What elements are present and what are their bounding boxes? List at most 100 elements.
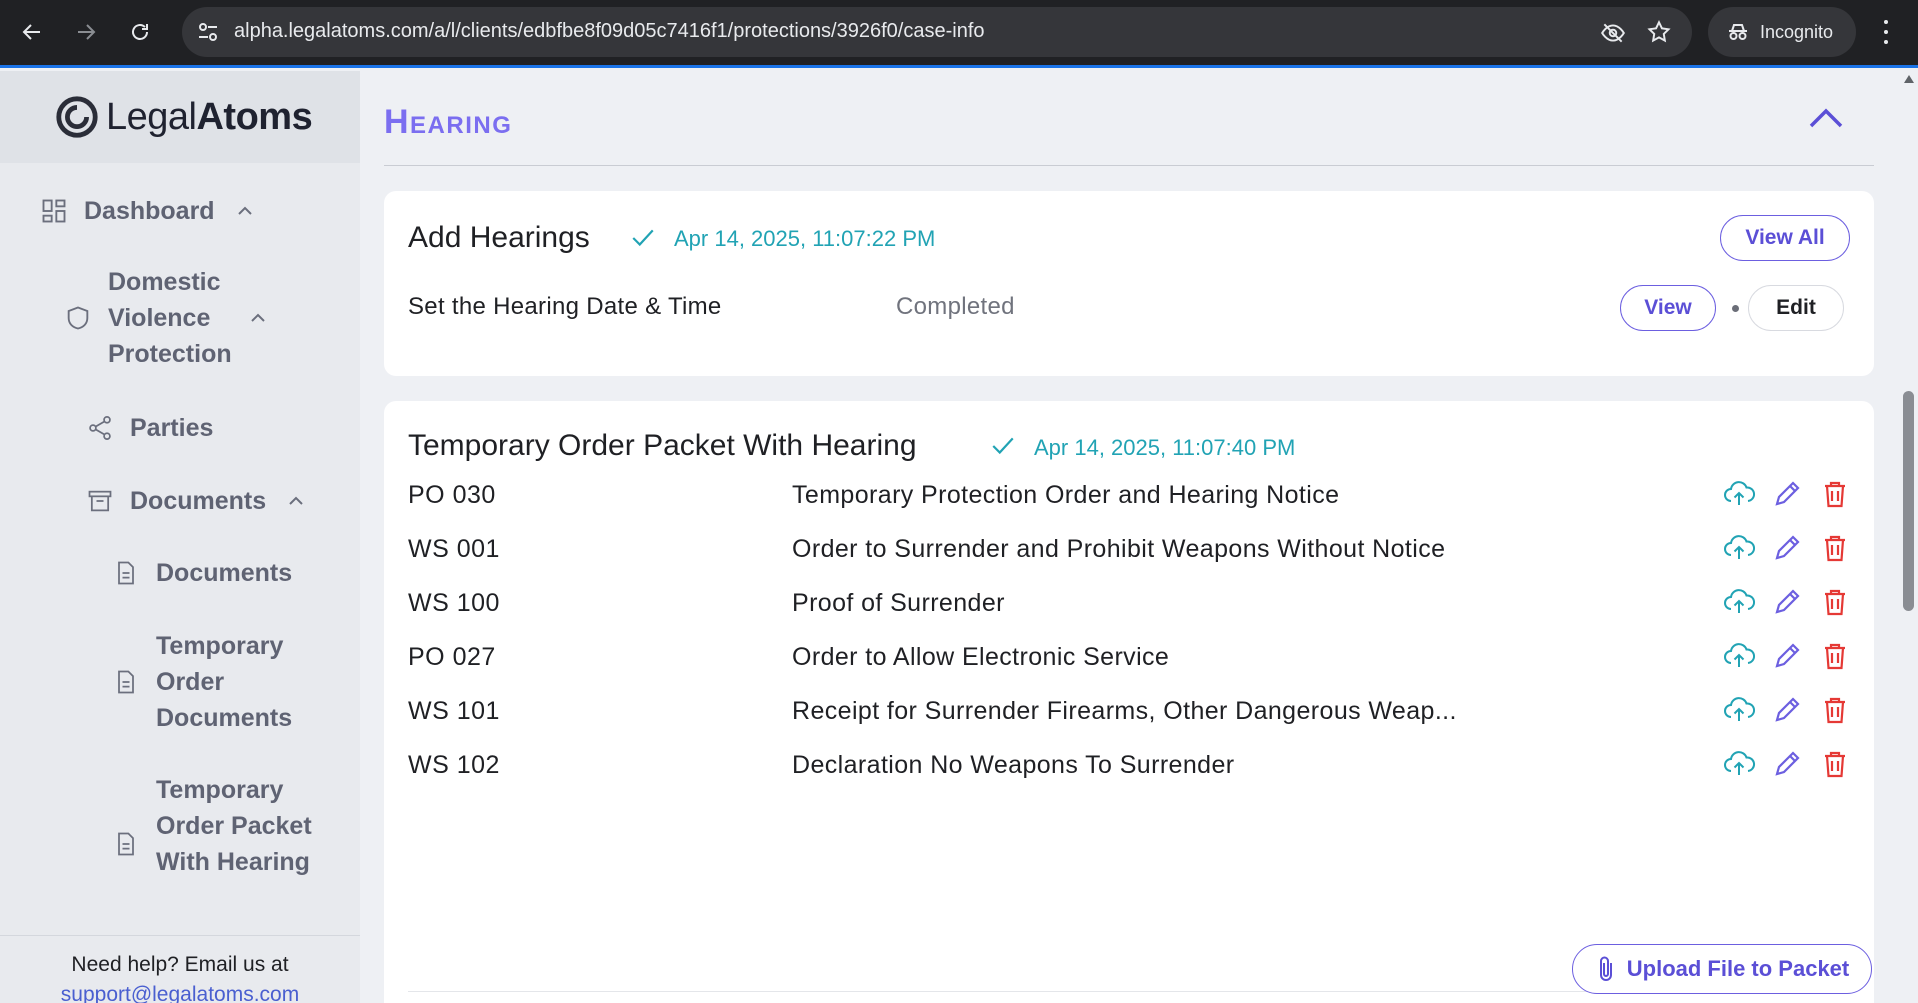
incognito-icon	[1729, 24, 1747, 40]
sidebar: LegalAtoms Dashboard Domestic Violence P…	[0, 71, 360, 1003]
temporary-order-packet-card: Temporary Order Packet With Hearing Apr …	[384, 401, 1874, 1003]
document-actions	[1722, 693, 1852, 729]
document-name[interactable]: Receipt for Surrender Firearms, Other Da…	[792, 697, 1457, 726]
legalatoms-logo[interactable]: LegalAtoms	[0, 71, 360, 163]
document-actions	[1722, 585, 1852, 621]
document-name[interactable]: Declaration No Weapons To Surrender	[792, 751, 1234, 780]
forward-button[interactable]	[66, 12, 106, 52]
task-status: Completed	[896, 293, 1015, 320]
main-content: Hearing Add Hearings Apr 14, 2025, 11:07…	[360, 71, 1900, 1003]
pencil-icon[interactable]	[1770, 639, 1804, 673]
packet-title: Temporary Order Packet With Hearing	[408, 429, 917, 462]
cloud-upload-icon[interactable]	[1722, 693, 1756, 727]
document-icon	[118, 832, 134, 856]
chevron-up-icon[interactable]	[286, 491, 306, 511]
address-bar[interactable]: alpha.legalatoms.com/a/l/clients/edbfbe8…	[182, 7, 1692, 57]
document-icon	[118, 670, 134, 694]
cloud-upload-icon[interactable]	[1722, 747, 1756, 781]
trash-icon[interactable]	[1818, 477, 1852, 511]
checkmark-icon	[632, 229, 654, 247]
document-actions	[1722, 639, 1852, 675]
document-code: PO 027	[408, 643, 496, 671]
document-actions	[1722, 747, 1852, 783]
checkmark-icon	[992, 437, 1014, 455]
page-scrollbar[interactable]	[1900, 71, 1918, 1003]
document-actions	[1722, 477, 1852, 513]
document-name[interactable]: Order to Surrender and Prohibit Weapons …	[792, 535, 1445, 564]
document-row: WS 102 Declaration No Weapons To Surrende…	[408, 741, 1852, 791]
upload-file-to-packet-button[interactable]: Upload File to Packet	[1572, 944, 1872, 994]
sidebar-item-parties[interactable]: Parties	[86, 410, 213, 446]
sidebar-item-documents-group[interactable]: Documents	[86, 483, 306, 519]
reload-button[interactable]	[120, 12, 160, 52]
chevron-up-icon[interactable]	[248, 308, 268, 328]
view-button[interactable]: View	[1620, 285, 1716, 331]
browser-toolbar: alpha.legalatoms.com/a/l/clients/edbfbe8…	[0, 0, 1918, 68]
cloud-upload-icon[interactable]	[1722, 585, 1756, 619]
trash-icon[interactable]	[1818, 747, 1852, 781]
document-code: WS 101	[408, 697, 500, 725]
hearing-section-header[interactable]: Hearing	[384, 71, 1874, 166]
sidebar-item-temporary-order-packet[interactable]: Temporary Order Packet With Hearing	[112, 772, 332, 880]
section-title: Hearing	[384, 103, 513, 141]
site-settings-icon[interactable]	[196, 20, 220, 44]
add-hearings-card: Add Hearings Apr 14, 2025, 11:07:22 PM V…	[384, 191, 1874, 376]
pencil-icon[interactable]	[1770, 531, 1804, 565]
cloud-upload-icon[interactable]	[1722, 639, 1756, 673]
back-button[interactable]	[12, 12, 52, 52]
url-text[interactable]: alpha.legalatoms.com/a/l/clients/edbfbe8…	[234, 20, 985, 43]
document-name[interactable]: Proof of Surrender	[792, 589, 1005, 618]
brand-name: LegalAtoms	[106, 95, 313, 138]
add-hearings-title: Add Hearings	[408, 221, 590, 254]
reload-icon	[132, 24, 148, 40]
logo-mark-icon	[56, 96, 98, 138]
pencil-icon[interactable]	[1770, 693, 1804, 727]
archive-box-icon	[88, 490, 112, 512]
pencil-icon[interactable]	[1770, 585, 1804, 619]
document-icon	[118, 561, 134, 585]
trash-icon[interactable]	[1818, 531, 1852, 565]
trash-icon[interactable]	[1818, 585, 1852, 619]
share-icon	[89, 416, 111, 440]
incognito-label: Incognito	[1760, 21, 1834, 42]
sidebar-item-domestic-violence-protection[interactable]: Domestic Violence Protection	[64, 264, 314, 372]
chevron-up-icon[interactable]	[1808, 105, 1844, 131]
separator-dot	[1732, 305, 1739, 312]
paperclip-icon	[1599, 956, 1612, 981]
document-row: WS 100 Proof of Surrender	[408, 579, 1852, 629]
sidebar-item-documents[interactable]: Documents	[112, 555, 292, 591]
support-email-link[interactable]: support@legalatoms.com	[0, 980, 360, 1003]
document-code: PO 030	[408, 481, 496, 509]
sidebar-item-temporary-order-documents[interactable]: Temporary Order Documents	[112, 628, 312, 736]
document-row: WS 001 Order to Surrender and Prohibit We…	[408, 525, 1852, 575]
cloud-upload-icon[interactable]	[1722, 477, 1756, 511]
incognito-badge[interactable]: Incognito	[1708, 7, 1856, 57]
arrow-right-icon	[78, 24, 96, 40]
view-all-button[interactable]: View All	[1720, 215, 1850, 261]
document-name[interactable]: Temporary Protection Order and Hearing N…	[792, 481, 1339, 510]
chevron-up-icon[interactable]	[235, 201, 255, 221]
document-row: WS 101 Receipt for Surrender Firearms, Ot…	[408, 687, 1852, 737]
sidebar-item-dashboard[interactable]: Dashboard	[40, 193, 255, 229]
document-code: WS 100	[408, 589, 500, 617]
bookmark-star-icon[interactable]	[1646, 19, 1672, 45]
browser-menu-button[interactable]	[1874, 16, 1898, 48]
document-row: PO 030 Temporary Protection Order and Hea…	[408, 471, 1852, 521]
scrollbar-thumb[interactable]	[1903, 391, 1914, 611]
completion-timestamp: Apr 14, 2025, 11:07:22 PM	[674, 226, 936, 251]
completion-timestamp: Apr 14, 2025, 11:07:40 PM	[1034, 435, 1296, 460]
trash-icon[interactable]	[1818, 639, 1852, 673]
document-name[interactable]: Order to Allow Electronic Service	[792, 643, 1169, 672]
cloud-upload-icon[interactable]	[1722, 531, 1756, 565]
edit-button[interactable]: Edit	[1748, 285, 1844, 331]
eye-off-icon[interactable]	[1600, 20, 1626, 46]
shield-icon	[67, 306, 89, 330]
scroll-up-arrow[interactable]	[1904, 75, 1914, 83]
document-code: WS 001	[408, 535, 500, 563]
pencil-icon[interactable]	[1770, 747, 1804, 781]
pencil-icon[interactable]	[1770, 477, 1804, 511]
arrow-left-icon	[22, 24, 40, 40]
task-label: Set the Hearing Date & Time	[408, 293, 722, 320]
trash-icon[interactable]	[1818, 693, 1852, 727]
help-footer: Need help? Email us at support@legalatom…	[0, 935, 360, 1003]
